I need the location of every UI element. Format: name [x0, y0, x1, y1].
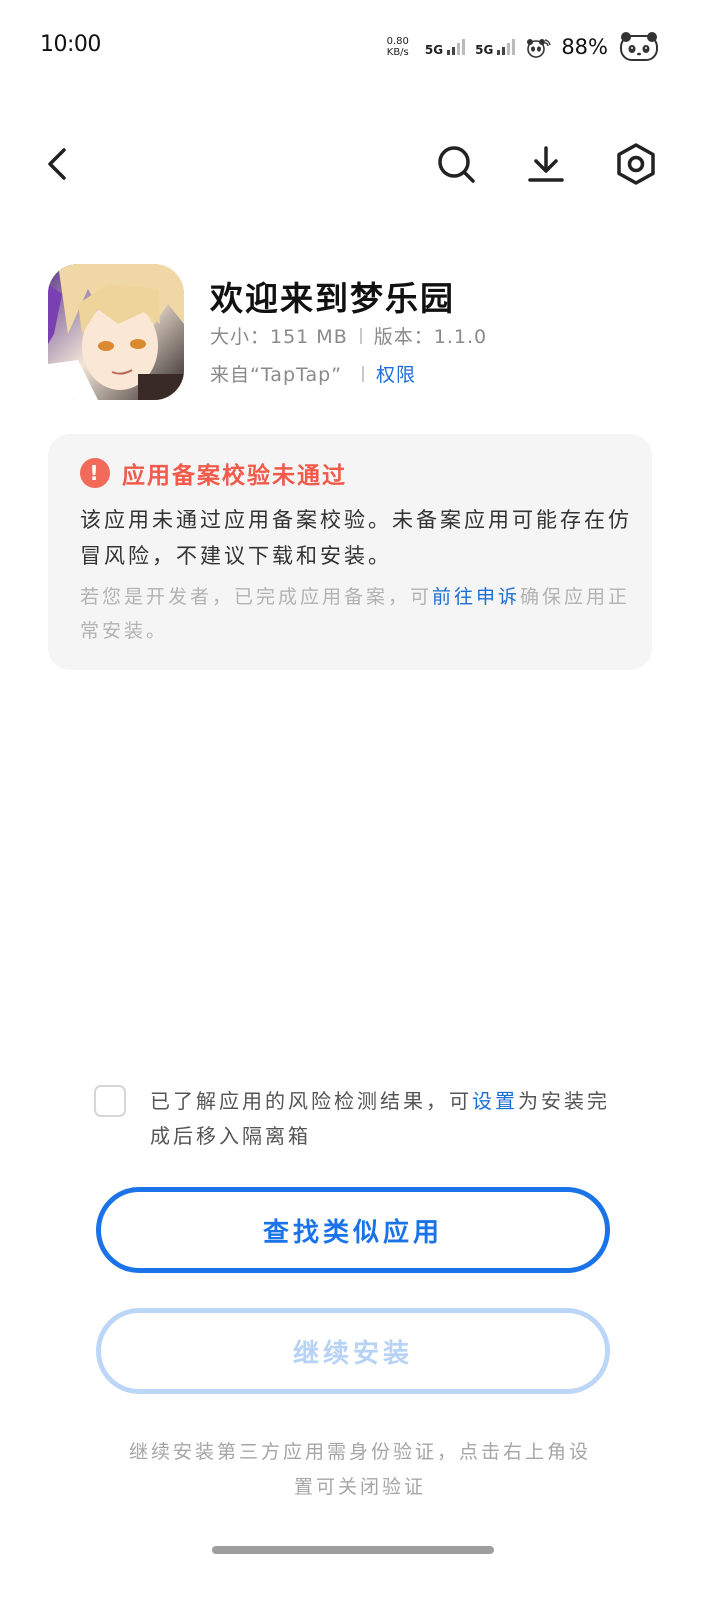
back-button[interactable] [34, 140, 82, 188]
sim1-signal: 5G [424, 37, 466, 57]
status-icons: 0.80 KB/s 5G 5G 88% [387, 30, 660, 64]
acknowledge-text: 已了解应用的风险检测结果，可设置为安装完成后移入隔离箱 [150, 1084, 620, 1154]
appeal-link[interactable]: 前往申诉 [432, 586, 520, 608]
signal-bars-icon [497, 39, 516, 55]
app-icon [48, 264, 184, 400]
app-meta: 大小：151 MB 版本：1.1.0 [210, 322, 487, 349]
wifi-panda-icon [527, 39, 552, 58]
app-size: 大小：151 MB [210, 326, 348, 348]
settings-hexagon-icon [617, 143, 655, 185]
app-version: 版本：1.1.0 [373, 326, 488, 348]
app-source: 来自“TapTap” [210, 364, 343, 386]
sim2-signal: 5G [475, 37, 516, 57]
settings-link[interactable]: 设置 [472, 1089, 518, 1113]
acknowledge-checkbox[interactable] [94, 1085, 126, 1117]
download-icon [528, 146, 564, 182]
app-character-artwork [48, 264, 184, 400]
net-speed-value: 0.80 [386, 36, 409, 47]
signal-bars-icon [447, 39, 466, 55]
battery-panda-icon [620, 32, 658, 61]
warning-note-prefix: 若您是开发者，已完成应用备案，可 [80, 586, 433, 608]
alert-icon: ! [80, 458, 110, 488]
continue-install-button[interactable]: 继续安装 [96, 1308, 610, 1394]
search-button[interactable] [432, 140, 480, 188]
find-similar-button[interactable]: 查找类似应用 [96, 1187, 610, 1273]
back-arrow-icon [48, 148, 66, 180]
warning-title-row: ! 应用备案校验未通过 [80, 456, 347, 490]
permissions-link[interactable]: 权限 [376, 360, 416, 387]
divider [362, 365, 365, 382]
net-speed-unit: KB/s [386, 47, 409, 58]
sim2-label: 5G [475, 43, 494, 57]
warning-body: 该应用未通过应用备案校验。未备案应用可能存在仿冒风险，不建议下载和安装。 [80, 508, 632, 568]
download-button[interactable] [522, 140, 570, 188]
home-indicator[interactable] [212, 1546, 494, 1554]
search-icon [438, 146, 475, 183]
warning-note: 若您是开发者，已完成应用备案，可前往申诉确保应用正常安装。 [80, 580, 632, 648]
settings-button[interactable] [612, 140, 660, 188]
warning-title: 应用备案校验未通过 [122, 463, 347, 489]
app-name: 欢迎来到梦乐园 [210, 279, 455, 318]
footer-note: 继续安装第三方应用需身份验证，点击右上角设置可关闭验证 [128, 1441, 591, 1498]
net-speed: 0.80 KB/s [387, 36, 409, 58]
status-time: 10:00 [40, 32, 101, 57]
ack-text-prefix: 已了解应用的风险检测结果，可 [150, 1089, 472, 1113]
app-source-row: 来自“TapTap” 权限 [210, 360, 416, 387]
divider [359, 327, 362, 344]
battery-level: 88% [561, 35, 608, 59]
sim1-label: 5G [424, 43, 444, 57]
